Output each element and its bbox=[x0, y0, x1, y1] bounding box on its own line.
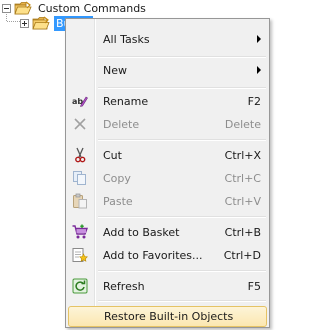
menu-item-label: Cut bbox=[103, 148, 122, 162]
tree-connector-horizontal bbox=[7, 21, 20, 23]
menu-item-icon-empty bbox=[72, 31, 88, 47]
menu-separator bbox=[98, 139, 266, 141]
menu-item-shortcut: Ctrl+X bbox=[224, 148, 261, 162]
menu-item-restore-built-in-objects[interactable]: Restore Built-in Objects bbox=[68, 306, 267, 327]
submenu-arrow-icon bbox=[257, 35, 261, 43]
menu-item-icon-empty bbox=[73, 309, 89, 325]
menu-item-paste[interactable]: Paste Ctrl+V bbox=[68, 190, 267, 212]
submenu-arrow-icon bbox=[257, 66, 261, 74]
menu-item-label: Restore Built-in Objects bbox=[104, 310, 234, 323]
menu-separator bbox=[98, 300, 266, 302]
menu-item-all-tasks[interactable]: All Tasks bbox=[68, 28, 267, 50]
menu-item-shortcut: Ctrl+D bbox=[223, 248, 261, 262]
refresh-icon bbox=[72, 278, 88, 294]
menu-item-rename[interactable]: ab Rename F2 bbox=[68, 90, 267, 112]
menu-item-shortcut: Ctrl+V bbox=[224, 194, 261, 208]
menu-separator bbox=[98, 270, 266, 272]
menu-item-new[interactable]: New bbox=[68, 59, 267, 81]
context-menu: All Tasks New ab Rename F2 Delete Delete bbox=[65, 18, 270, 328]
menu-item-shortcut: Ctrl+B bbox=[224, 225, 261, 239]
collapse-icon[interactable] bbox=[2, 4, 11, 13]
folder-icon bbox=[32, 16, 50, 30]
menu-item-shortcut: Delete bbox=[224, 117, 261, 131]
menu-item-shortcut: F5 bbox=[247, 279, 261, 293]
menu-item-label: Copy bbox=[103, 171, 131, 185]
menu-item-label: Rename bbox=[103, 94, 149, 108]
menu-item-label: All Tasks bbox=[103, 32, 150, 46]
folder-open-icon bbox=[14, 1, 32, 15]
menu-item-label: Add to Favorites... bbox=[103, 248, 203, 262]
rename-icon: ab bbox=[72, 93, 88, 109]
menu-item-cut[interactable]: Cut Ctrl+X bbox=[68, 144, 267, 166]
menu-separator bbox=[98, 56, 266, 58]
menu-item-delete[interactable]: Delete Delete bbox=[68, 113, 267, 135]
menu-item-label: Delete bbox=[103, 117, 140, 131]
menu-item-shortcut: F2 bbox=[247, 94, 261, 108]
menu-item-icon-empty bbox=[72, 62, 88, 78]
menu-item-copy[interactable]: Copy Ctrl+C bbox=[68, 167, 267, 189]
menu-item-label: Add to Basket bbox=[103, 225, 180, 239]
tree-node-label[interactable]: Custom Commands bbox=[36, 1, 148, 16]
menu-item-label: Paste bbox=[103, 194, 133, 208]
menu-item-add-to-favorites[interactable]: Add to Favorites... Ctrl+D bbox=[68, 244, 267, 266]
menu-item-label: Refresh bbox=[103, 279, 145, 293]
menu-item-refresh[interactable]: Refresh F5 bbox=[68, 275, 267, 297]
menu-separator bbox=[98, 87, 266, 89]
expand-icon[interactable] bbox=[20, 19, 29, 28]
basket-icon bbox=[72, 224, 88, 240]
favorites-icon bbox=[72, 247, 88, 263]
menu-separator bbox=[98, 216, 266, 218]
menu-item-shortcut: Ctrl+C bbox=[224, 171, 261, 185]
menu-item-add-to-basket[interactable]: Add to Basket Ctrl+B bbox=[68, 221, 267, 243]
paste-icon bbox=[72, 193, 88, 209]
menu-item-label: New bbox=[103, 63, 127, 77]
delete-icon bbox=[72, 116, 88, 132]
copy-icon bbox=[72, 170, 88, 186]
scissors-icon bbox=[72, 147, 88, 163]
